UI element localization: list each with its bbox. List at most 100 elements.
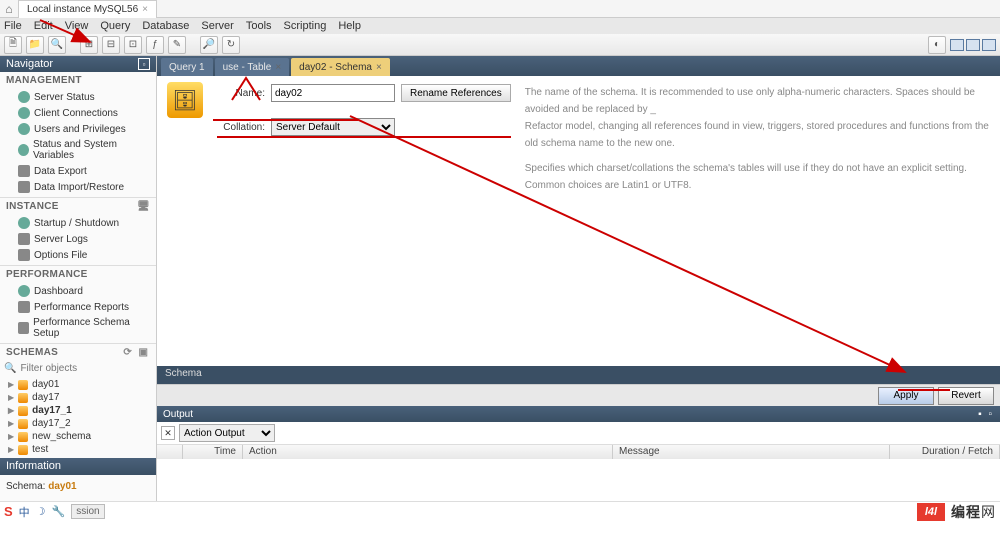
output-header: Output ▪ ▫: [157, 406, 1000, 422]
schema-tab-bar[interactable]: Schema: [157, 366, 1000, 384]
navigator-collapse-icon[interactable]: ▫: [138, 58, 150, 70]
menu-help[interactable]: Help: [338, 20, 361, 32]
nav-data-import[interactable]: Data Import/Restore: [0, 179, 156, 195]
menu-file[interactable]: File: [4, 20, 22, 32]
schema-item[interactable]: ▶day17: [0, 391, 156, 404]
schema-search-row: 🔍: [0, 361, 156, 376]
schema-icon: 🗄: [167, 82, 203, 118]
navigator: Navigator ▫ MANAGEMENT Server Status Cli…: [0, 56, 157, 501]
tb-new-sql[interactable]: 🗎: [4, 36, 22, 54]
tb-schema[interactable]: ⊞: [80, 36, 98, 54]
schema-name-input[interactable]: [271, 84, 395, 102]
apply-row: Apply Revert: [157, 384, 1000, 406]
tb-settings[interactable]: ◐: [928, 36, 946, 54]
menu-scripting[interactable]: Scripting: [284, 20, 327, 32]
col-time: Time: [183, 445, 243, 459]
tb-icon-s[interactable]: S: [4, 504, 13, 519]
nav-dashboard[interactable]: Dashboard: [0, 283, 156, 299]
close-icon[interactable]: ×: [142, 4, 148, 15]
instance-host-icon: 🖥: [137, 201, 150, 212]
output-columns: Time Action Message Duration / Fetch: [157, 445, 1000, 459]
schema-item[interactable]: ▶test: [0, 443, 156, 456]
tb-icon-moon[interactable]: ☽: [36, 505, 46, 518]
schema-item[interactable]: ▶day17_2: [0, 417, 156, 430]
col-duration: Duration / Fetch: [890, 445, 1000, 459]
title-tab[interactable]: Local instance MySQL56 ×: [18, 0, 157, 18]
schema-item[interactable]: ▶new_schema: [0, 430, 156, 443]
tb-inspector[interactable]: 🔍: [48, 36, 66, 54]
tb-open[interactable]: 📁: [26, 36, 44, 54]
collation-select[interactable]: Server Default: [271, 118, 395, 136]
schema-editor: 🗄 Name: Rename References Collation: Ser…: [157, 76, 1000, 366]
menu-query[interactable]: Query: [100, 20, 130, 32]
output-clear-icon[interactable]: ✕: [161, 426, 175, 440]
tb-reconn[interactable]: ↻: [222, 36, 240, 54]
output-grid: [157, 459, 1000, 501]
nav-options-file[interactable]: Options File: [0, 247, 156, 263]
tb-icon-ime[interactable]: 中: [19, 504, 30, 520]
menu-edit[interactable]: Edit: [34, 20, 53, 32]
output-body: ✕ Action Output Time Action Message Dura…: [157, 422, 1000, 501]
database-icon: [18, 393, 28, 403]
nav-users-privileges[interactable]: Users and Privileges: [0, 121, 156, 137]
rename-references-button[interactable]: Rename References: [401, 84, 511, 102]
tb-table[interactable]: ⊟: [102, 36, 120, 54]
panel-toggles[interactable]: [950, 39, 996, 51]
tb-proc[interactable]: ƒ: [146, 36, 164, 54]
information-header: Information: [0, 458, 156, 475]
nav-status-variables[interactable]: Status and System Variables: [0, 137, 156, 163]
schema-filter-input[interactable]: [20, 363, 152, 374]
tb-icon-wrench[interactable]: 🔧: [52, 505, 66, 518]
nav-schemas-title: SCHEMAS⟳ ▣: [0, 343, 156, 361]
schema-item[interactable]: ▶day17_1: [0, 404, 156, 417]
name-label: Name:: [217, 88, 265, 99]
nav-startup-shutdown[interactable]: Startup / Shutdown: [0, 215, 156, 231]
revert-button[interactable]: Revert: [938, 387, 994, 405]
database-icon: [18, 445, 28, 455]
col-message: Message: [613, 445, 890, 459]
home-icon[interactable]: ⌂: [0, 0, 18, 18]
nav-perf-schema-setup[interactable]: Performance Schema Setup: [0, 315, 156, 341]
nav-server-logs[interactable]: Server Logs: [0, 231, 156, 247]
collation-label: Collation:: [217, 122, 265, 133]
nav-performance-title: PERFORMANCE: [0, 265, 156, 283]
tb-func[interactable]: ✎: [168, 36, 186, 54]
schema-list: ▶day01 ▶day17 ▶day17_1 ▶day17_2 ▶new_sch…: [0, 376, 156, 458]
nav-data-export[interactable]: Data Export: [0, 163, 156, 179]
schemas-refresh-icon[interactable]: ⟳ ▣: [123, 347, 150, 358]
menu-view[interactable]: View: [65, 20, 89, 32]
navigator-title: Navigator: [6, 58, 53, 70]
nav-server-status[interactable]: Server Status: [0, 89, 156, 105]
nav-management-title: MANAGEMENT: [0, 72, 156, 89]
menu-database[interactable]: Database: [142, 20, 189, 32]
nav-perf-reports[interactable]: Performance Reports: [0, 299, 156, 315]
col-action: Action: [243, 445, 613, 459]
tb-hint: ssion: [71, 504, 104, 519]
editor-description: The name of the schema. It is recommende…: [525, 82, 990, 360]
close-icon[interactable]: ×: [275, 62, 281, 73]
schema-item[interactable]: ▶day01: [0, 378, 156, 391]
menu-server[interactable]: Server: [201, 20, 233, 32]
tab-use-table[interactable]: use - Table×: [215, 58, 290, 76]
menu-tools[interactable]: Tools: [246, 20, 272, 32]
database-icon: [18, 380, 28, 390]
output-type-select[interactable]: Action Output: [179, 424, 275, 442]
content-area: Query 1 use - Table× day02 - Schema× 🗄 N…: [157, 56, 1000, 501]
watermark-text: 编程网: [951, 502, 996, 522]
tb-view[interactable]: ⊡: [124, 36, 142, 54]
watermark: l4l 编程网: [917, 502, 996, 522]
search-icon: 🔍: [4, 363, 16, 374]
tab-day02-schema[interactable]: day02 - Schema×: [291, 58, 390, 76]
nav-client-connections[interactable]: Client Connections: [0, 105, 156, 121]
title-tab-label: Local instance MySQL56: [27, 4, 138, 15]
output-controls[interactable]: ▪ ▫: [978, 409, 994, 420]
nav-instance-title: INSTANCE🖥: [0, 197, 156, 215]
taskbar: S 中 ☽ 🔧 ssion l4l 编程网: [0, 501, 1000, 521]
watermark-logo: l4l: [917, 503, 945, 521]
navigator-header: Navigator ▫: [0, 56, 156, 72]
tab-query1[interactable]: Query 1: [161, 58, 213, 76]
apply-button[interactable]: Apply: [878, 387, 934, 405]
close-icon[interactable]: ×: [376, 62, 382, 73]
tb-search[interactable]: 🔎: [200, 36, 218, 54]
database-icon: [18, 419, 28, 429]
